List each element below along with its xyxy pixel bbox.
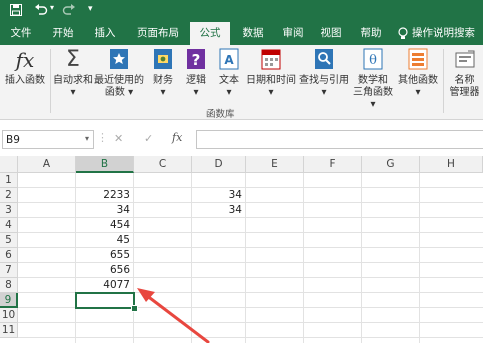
logical-caret-icon: ▾ bbox=[193, 87, 199, 98]
lookup-reference-button[interactable]: 查找与引用 ▾ bbox=[298, 47, 350, 99]
undo-dropdown-icon[interactable]: ▾ bbox=[50, 3, 54, 12]
star-book-icon bbox=[107, 47, 131, 73]
ribbon-separator bbox=[50, 49, 51, 113]
lookup-magnifier-icon bbox=[312, 47, 336, 73]
function-library-group-label: 函数库 bbox=[206, 109, 235, 120]
insert-function-icon[interactable]: fx bbox=[172, 131, 182, 144]
math-trig-button[interactable]: θ 数学和 三角函数 ▾ bbox=[352, 47, 394, 111]
tab-help[interactable]: 帮助 bbox=[354, 22, 388, 45]
name-box-dropdown-icon[interactable]: ▾ bbox=[85, 134, 89, 143]
enter-icon[interactable]: ✓ bbox=[144, 132, 153, 145]
autosum-caret-icon: ▾ bbox=[70, 87, 76, 98]
formula-input[interactable] bbox=[196, 130, 483, 149]
tell-me-search[interactable]: 操作说明搜索 bbox=[412, 22, 483, 45]
calendar-icon bbox=[259, 47, 283, 73]
sigma-icon: Σ bbox=[66, 47, 80, 72]
logical-button[interactable]: ? 逻辑 ▾ bbox=[181, 47, 211, 99]
more-functions-icon bbox=[406, 47, 430, 73]
datetime-caret-icon: ▾ bbox=[268, 87, 274, 98]
cancel-icon[interactable]: ✕ bbox=[114, 132, 123, 145]
tab-formulas[interactable]: 公式 bbox=[190, 22, 230, 45]
tab-view[interactable]: 视图 bbox=[314, 22, 348, 45]
name-box[interactable]: B9 bbox=[2, 130, 94, 149]
svg-text:?: ? bbox=[192, 51, 201, 69]
annotation-arrow-icon bbox=[137, 288, 210, 343]
name-manager-button[interactable]: 名称 管理器 bbox=[446, 47, 483, 99]
recent-caret-icon: ▾ bbox=[128, 87, 134, 98]
autosum-button[interactable]: Σ 自动求和 ▾ bbox=[52, 47, 94, 99]
more-functions-button[interactable]: 其他函数 ▾ bbox=[396, 47, 440, 99]
ribbon-tabs: 文件 开始 插入 页面布局 公式 数据 审阅 视图 帮助 操作说明搜索 bbox=[0, 22, 483, 45]
financial-icon bbox=[151, 47, 175, 73]
math-caret-icon: ▾ bbox=[370, 99, 376, 110]
formula-bar: B9 ▾ ⋮ ✕ ✓ fx bbox=[0, 128, 483, 152]
tab-data[interactable]: 数据 bbox=[236, 22, 270, 45]
ribbon-formulas: fx 插入函数 Σ 自动求和 ▾ 最近使用的 函数 ▾ 财务 ▾ ? 逻辑 ▾ … bbox=[0, 45, 483, 120]
svg-text:θ: θ bbox=[369, 53, 377, 68]
lightbulb-icon[interactable] bbox=[398, 27, 408, 43]
tab-home[interactable]: 开始 bbox=[46, 22, 80, 45]
ribbon-separator bbox=[443, 49, 444, 113]
financial-button[interactable]: 财务 ▾ bbox=[148, 47, 178, 99]
tab-insert[interactable]: 插入 bbox=[88, 22, 122, 45]
recent-functions-button[interactable]: 最近使用的 函数 ▾ bbox=[94, 47, 144, 99]
quick-access-toolbar: ▾ ▾ bbox=[0, 0, 483, 22]
customize-toolbar-icon[interactable]: ▾ bbox=[88, 4, 93, 14]
text-button[interactable]: A 文本 ▾ bbox=[214, 47, 244, 99]
svg-text:A: A bbox=[224, 53, 234, 67]
logical-question-icon: ? bbox=[184, 47, 208, 73]
name-manager-icon bbox=[453, 47, 477, 73]
undo-icon[interactable] bbox=[34, 3, 48, 19]
tab-file[interactable]: 文件 bbox=[4, 22, 38, 45]
financial-caret-icon: ▾ bbox=[160, 87, 166, 98]
save-icon[interactable] bbox=[10, 4, 22, 19]
insert-function-button[interactable]: fx 插入函数 bbox=[3, 47, 47, 87]
text-function-icon: A bbox=[217, 47, 241, 73]
date-time-button[interactable]: 日期和时间 ▾ bbox=[246, 47, 296, 99]
redo-icon[interactable] bbox=[62, 3, 76, 19]
theta-icon: θ bbox=[361, 47, 385, 73]
tab-page-layout[interactable]: 页面布局 bbox=[130, 22, 186, 45]
worksheet-grid: A B C D E F G H 1 2 3 4 5 6 7 8 9 10 11 … bbox=[0, 156, 483, 343]
more-caret-icon: ▾ bbox=[415, 87, 421, 98]
lookup-caret-icon: ▾ bbox=[321, 87, 327, 98]
fx-icon: fx bbox=[15, 48, 35, 72]
text-caret-icon: ▾ bbox=[226, 87, 232, 98]
formula-bar-grip-icon[interactable]: ⋮ bbox=[97, 131, 108, 144]
tab-review[interactable]: 审阅 bbox=[276, 22, 310, 45]
